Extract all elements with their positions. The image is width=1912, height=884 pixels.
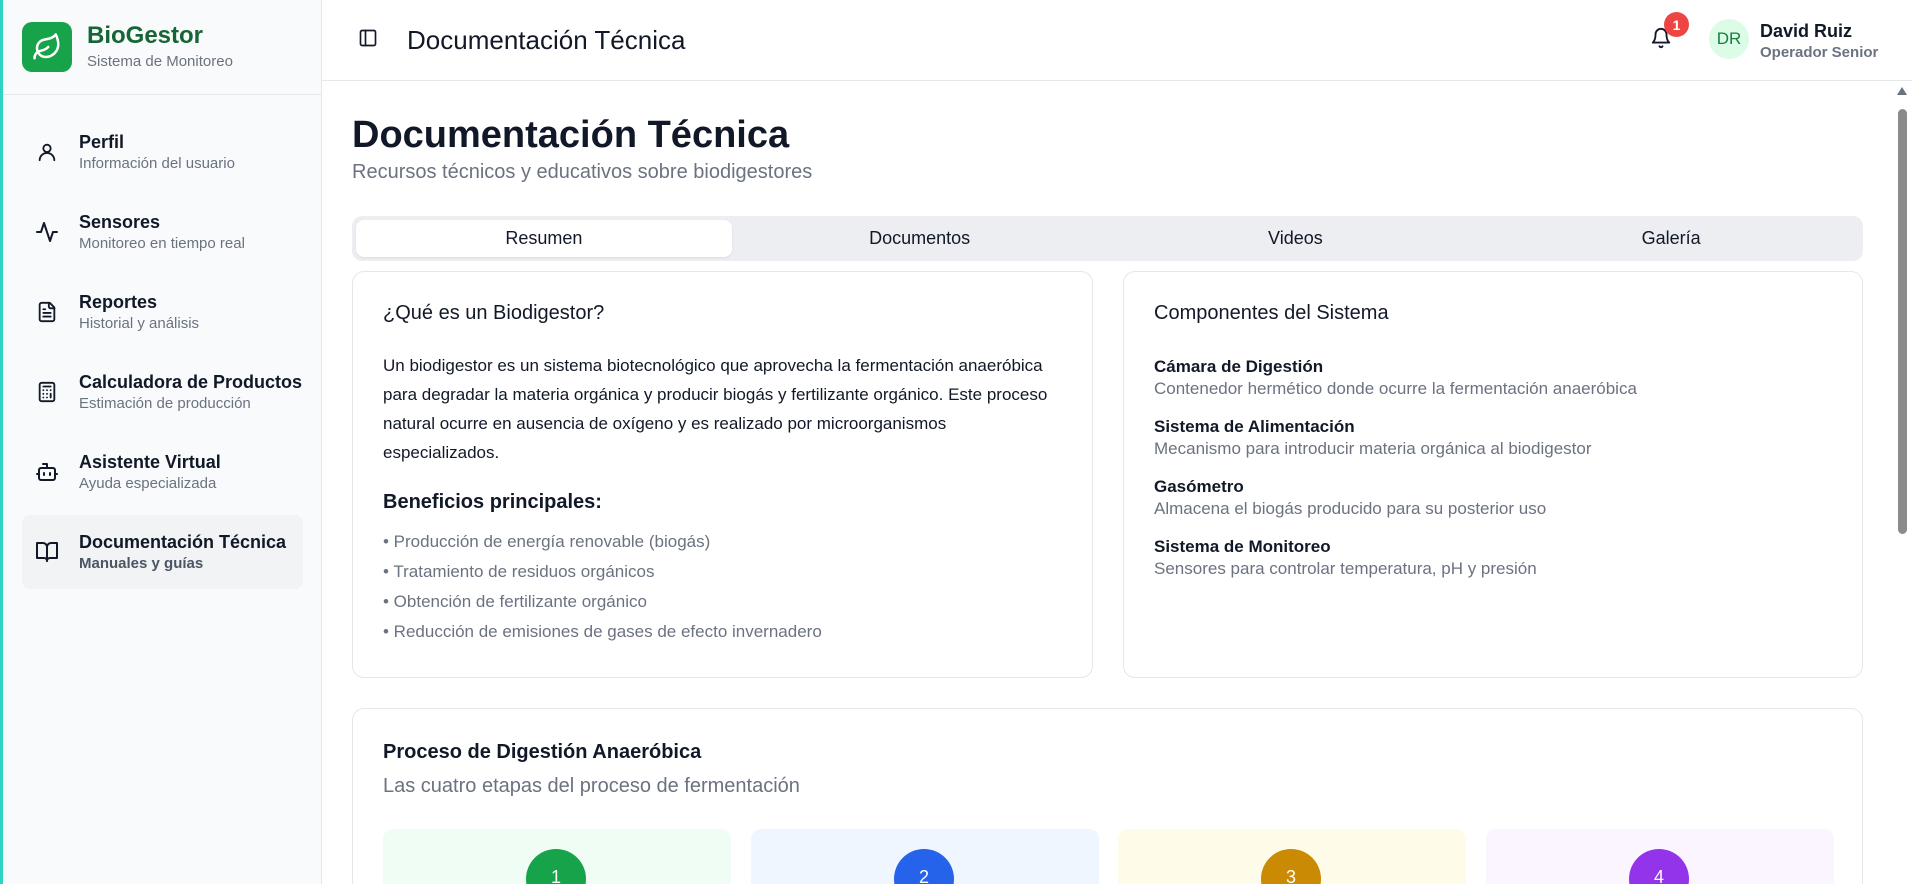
book-open-icon bbox=[35, 540, 59, 564]
header-title: Documentación Técnica bbox=[407, 25, 686, 55]
sidebar-item-calculadora[interactable]: Calculadora de Productos Estimación de p… bbox=[22, 355, 303, 429]
sidebar-item-perfil[interactable]: Perfil Información del usuario bbox=[22, 115, 303, 189]
step-number: 4 bbox=[1629, 849, 1689, 884]
component-name: Cámara de Digestión bbox=[1154, 357, 1324, 376]
component-description: Contenedor hermético donde ocurre la fer… bbox=[1154, 379, 1637, 398]
process-step-3: 3 bbox=[1118, 829, 1466, 884]
what-is-card: ¿Qué es un Biodigestor? Un biodigestor e… bbox=[352, 271, 1093, 678]
component-name: Sistema de Monitoreo bbox=[1154, 537, 1331, 556]
user-role: Operador Senior bbox=[1760, 44, 1879, 61]
component-description: Almacena el biogás producido para su pos… bbox=[1154, 499, 1547, 518]
sidebar-item-sublabel: Información del usuario bbox=[79, 154, 235, 172]
sidebar-item-sensores[interactable]: Sensores Monitoreo en tiempo real bbox=[22, 195, 303, 269]
component-description: Mecanismo para introducir materia orgáni… bbox=[1154, 439, 1592, 458]
app-subtitle: Sistema de Monitoreo bbox=[87, 53, 233, 70]
step-number: 2 bbox=[894, 849, 954, 884]
brand-header: BioGestor Sistema de Monitoreo bbox=[3, 0, 321, 95]
process-subtitle: Las cuatro etapas del proceso de ferment… bbox=[383, 775, 800, 797]
sidebar-toggle-icon[interactable] bbox=[358, 28, 380, 50]
sidebar-item-reportes[interactable]: Reportes Historial y análisis bbox=[22, 275, 303, 349]
app-name: BioGestor bbox=[87, 22, 204, 49]
components-title: Componentes del Sistema bbox=[1154, 302, 1389, 324]
sidebar: BioGestor Sistema de Monitoreo Perfil In… bbox=[3, 0, 322, 884]
scrollbar-thumb[interactable] bbox=[1898, 109, 1907, 534]
components-card: Componentes del Sistema Cámara de Digest… bbox=[1123, 271, 1863, 678]
list-item: Gasómetro Almacena el biogás producido p… bbox=[1154, 476, 1832, 520]
sidebar-item-label: Sensores bbox=[79, 211, 161, 232]
list-item: • Tratamiento de residuos orgánicos bbox=[383, 562, 655, 581]
what-is-body: Un biodigestor es un sistema biotecnológ… bbox=[383, 356, 1048, 462]
sidebar-item-sublabel: Estimación de producción bbox=[79, 394, 251, 412]
sidebar-item-sublabel: Ayuda especializada bbox=[79, 474, 217, 492]
tab-list: Resumen Documentos Videos Galería bbox=[352, 216, 1863, 261]
main-content: Documentación Técnica Recursos técnicos … bbox=[322, 81, 1892, 884]
sidebar-nav: Perfil Información del usuario Sensores … bbox=[3, 95, 321, 589]
sidebar-item-label: Asistente Virtual bbox=[79, 451, 221, 472]
avatar[interactable]: DR bbox=[1709, 19, 1749, 59]
sidebar-item-sublabel: Manuales y guías bbox=[79, 554, 204, 572]
list-item: • Producción de energía renovable (biogá… bbox=[383, 532, 711, 551]
leaf-logo-icon bbox=[22, 22, 72, 72]
list-item: Sistema de Alimentación Mecanismo para i… bbox=[1154, 416, 1832, 460]
bot-icon bbox=[35, 460, 59, 484]
process-step-2: 2 bbox=[751, 829, 1099, 884]
sidebar-item-sublabel: Historial y análisis bbox=[79, 314, 200, 332]
vertical-scrollbar[interactable] bbox=[1892, 81, 1912, 884]
step-number: 1 bbox=[526, 849, 586, 884]
list-item: • Reducción de emisiones de gases de efe… bbox=[383, 622, 822, 641]
list-item: Sistema de Monitoreo Sensores para contr… bbox=[1154, 536, 1832, 580]
process-steps: 1 2 3 4 bbox=[383, 829, 1836, 884]
calculator-icon bbox=[35, 380, 59, 404]
process-title: Proceso de Digestión Anaeróbica bbox=[383, 741, 702, 763]
what-is-title: ¿Qué es un Biodigestor? bbox=[383, 302, 605, 324]
file-text-icon bbox=[35, 300, 59, 324]
components-list: Cámara de Digestión Contenedor hermético… bbox=[1154, 356, 1832, 580]
list-item: Cámara de Digestión Contenedor hermético… bbox=[1154, 356, 1832, 400]
component-name: Sistema de Alimentación bbox=[1154, 417, 1355, 436]
activity-icon bbox=[35, 220, 59, 244]
tab-documentos[interactable]: Documentos bbox=[732, 220, 1108, 257]
sidebar-item-label: Documentación Técnica bbox=[79, 531, 287, 552]
user-name: David Ruiz bbox=[1760, 21, 1853, 41]
user-icon bbox=[35, 140, 59, 164]
process-card: Proceso de Digestión Anaeróbica Las cuat… bbox=[352, 708, 1863, 884]
sidebar-item-documentacion[interactable]: Documentación Técnica Manuales y guías bbox=[22, 515, 303, 589]
sidebar-item-asistente[interactable]: Asistente Virtual Ayuda especializada bbox=[22, 435, 303, 509]
step-number: 3 bbox=[1261, 849, 1321, 884]
notification-badge: 1 bbox=[1664, 12, 1689, 37]
sidebar-item-label: Calculadora de Productos bbox=[79, 371, 303, 392]
tab-galeria[interactable]: Galería bbox=[1483, 220, 1859, 257]
tab-videos[interactable]: Videos bbox=[1108, 220, 1484, 257]
sidebar-item-label: Perfil bbox=[79, 131, 125, 152]
component-description: Sensores para controlar temperatura, pH … bbox=[1154, 559, 1537, 578]
component-name: Gasómetro bbox=[1154, 477, 1244, 496]
sidebar-item-sublabel: Monitoreo en tiempo real bbox=[79, 234, 245, 252]
sidebar-item-label: Reportes bbox=[79, 291, 158, 312]
tab-resumen[interactable]: Resumen bbox=[356, 220, 732, 257]
process-step-1: 1 bbox=[383, 829, 731, 884]
page-title: Documentación Técnica bbox=[352, 114, 790, 156]
benefits-list: • Producción de energía renovable (biogá… bbox=[383, 527, 1062, 647]
scroll-up-arrow-icon[interactable] bbox=[1897, 87, 1907, 95]
list-item: • Obtención de fertilizante orgánico bbox=[383, 592, 647, 611]
process-step-4: 4 bbox=[1486, 829, 1834, 884]
page-subtitle: Recursos técnicos y educativos sobre bio… bbox=[352, 161, 813, 183]
benefits-title: Beneficios principales: bbox=[383, 491, 602, 513]
top-header: Documentación Técnica 1 DR David Ruiz Op… bbox=[322, 0, 1912, 81]
